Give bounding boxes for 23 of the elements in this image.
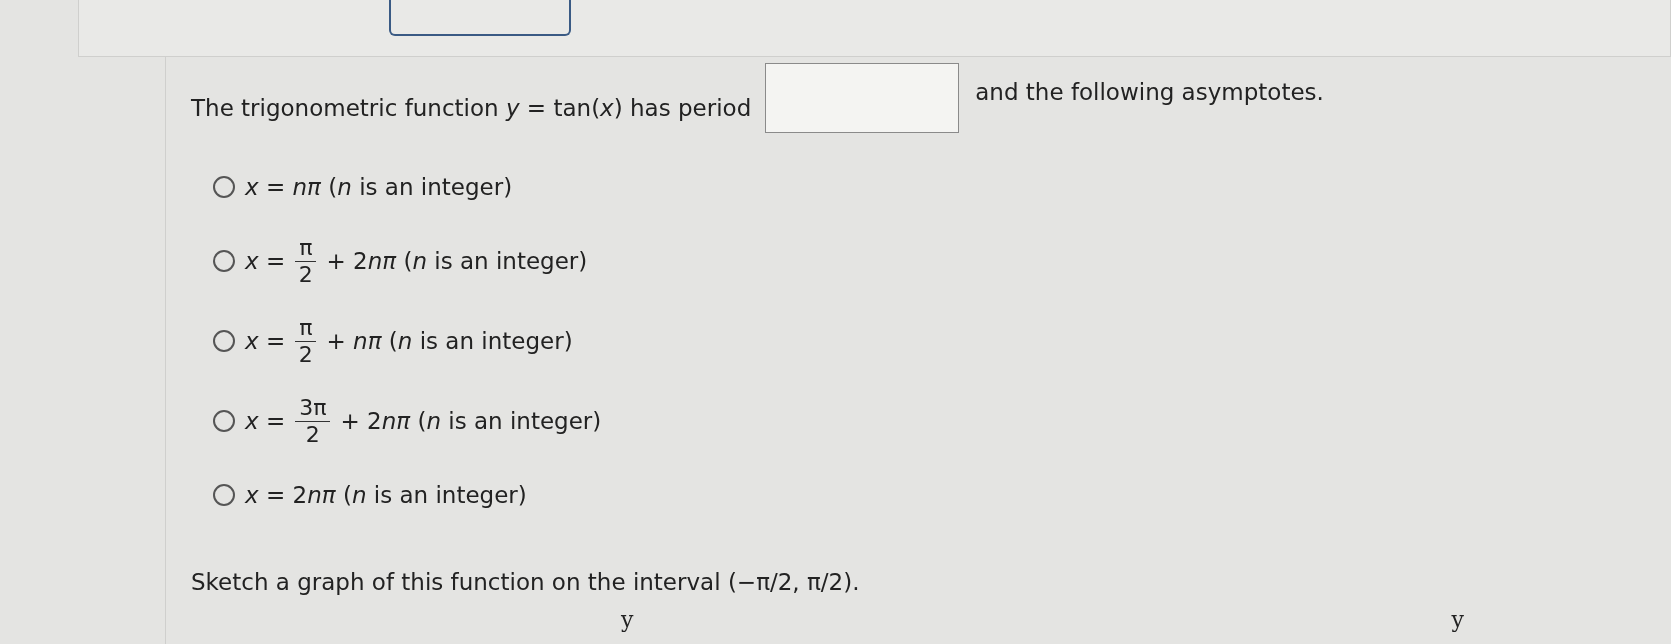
option-label: x = 2nπ (n is an integer) [245,482,527,508]
radio-button[interactable] [213,250,235,272]
option-label: x = [245,328,286,354]
axis-label: y [1451,607,1464,632]
fraction: 3π 2 [295,395,331,447]
radio-button[interactable] [213,330,235,352]
option-label: + 2nπ (n is an integer) [326,248,588,274]
option-label: x = [245,248,286,274]
option-label: x = [245,408,286,434]
axis-label: y [621,607,634,632]
option-label: x = nπ (n is an integer) [245,174,513,200]
option-label: + nπ (n is an integer) [326,328,573,354]
question-text: The trigonometric function y = tan(x) has period [191,95,752,121]
fraction: π 2 [295,315,317,367]
question-text: and the following asymptotes. [975,79,1324,105]
radio-button[interactable] [213,410,235,432]
answer-box[interactable] [765,63,960,133]
sketch-prompt: Sketch a graph of this function on the interval (−π/2, π/2). [191,569,861,595]
option-label: + 2nπ (n is an integer) [340,408,602,434]
radio-button[interactable] [213,484,235,506]
details-button[interactable] [389,0,571,36]
fraction: π 2 [295,235,317,287]
radio-button[interactable] [213,176,235,198]
